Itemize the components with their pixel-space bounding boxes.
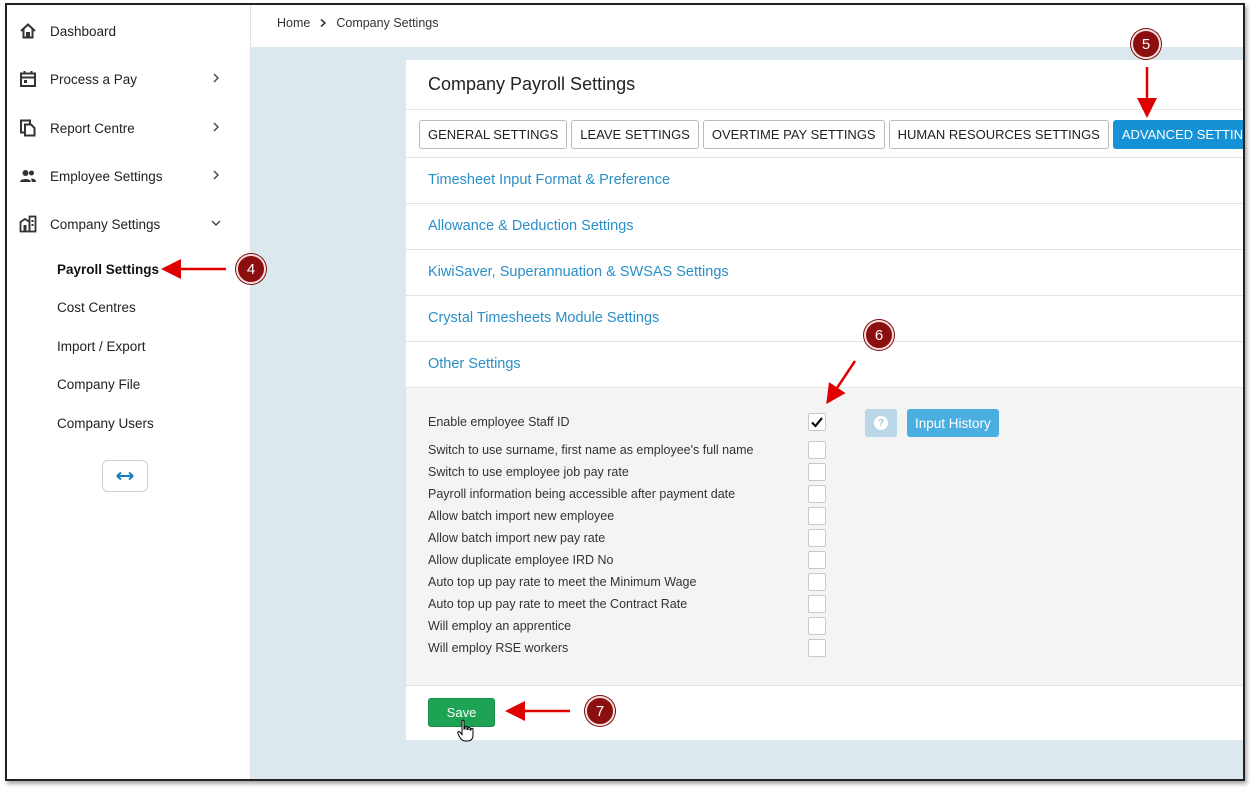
setting-row: Enable employee Staff ID	[428, 413, 828, 433]
chevron-right-icon	[320, 18, 327, 28]
setting-label: Will employ an apprentice	[428, 619, 572, 633]
setting-label: Will employ RSE workers	[428, 641, 569, 655]
setting-row: Auto top up pay rate to meet the Minimum…	[428, 573, 828, 593]
setting-row: Switch to use employee job pay rate	[428, 463, 828, 483]
setting-label: Auto top up pay rate to meet the Contrac…	[428, 597, 688, 611]
divider	[406, 109, 1243, 110]
sidebar-item-employee-settings[interactable]: Employee Settings	[7, 156, 251, 196]
app-window: Dashboard Process a Pay Report Centre Em…	[5, 3, 1245, 781]
sidebar-item-process-a-pay[interactable]: Process a Pay	[7, 59, 251, 99]
sidebar-subitem-company-file[interactable]: Company File	[57, 377, 140, 392]
setting-label: Allow batch import new pay rate	[428, 531, 606, 545]
setting-row: Will employ RSE workers	[428, 639, 828, 659]
sidebar-subitem-company-users[interactable]: Company Users	[57, 416, 154, 431]
help-button[interactable]: ?	[865, 409, 897, 437]
breadcrumb-bar: Home Company Settings	[251, 5, 1243, 47]
sidebar-item-label: Report Centre	[50, 120, 135, 136]
chevron-right-icon	[213, 73, 219, 83]
sidebar-item-label: Dashboard	[50, 23, 117, 39]
setting-row: Switch to use surname, first name as emp…	[428, 441, 828, 461]
section-title: KiwiSaver, Superannuation & SWSAS Settin…	[428, 264, 729, 280]
section-title: Crystal Timesheets Module Settings	[428, 310, 660, 326]
section-timesheet-input-format[interactable]: Timesheet Input Format & Preference	[406, 157, 1243, 203]
settings-panel: Company Payroll Settings GENERAL SETTING…	[406, 60, 1243, 740]
tab-general-settings[interactable]: GENERAL SETTINGS	[419, 120, 568, 149]
hand-cursor-icon	[457, 719, 474, 742]
setting-checkbox[interactable]	[808, 529, 826, 547]
home-icon	[20, 23, 36, 39]
sidebar: Dashboard Process a Pay Report Centre Em…	[7, 5, 251, 779]
building-icon	[19, 215, 37, 233]
setting-row: Will employ an apprentice	[428, 617, 828, 637]
tab-leave-settings[interactable]: LEAVE SETTINGS	[571, 120, 699, 149]
section-title: Other Settings	[428, 356, 521, 372]
sidebar-item-report-centre[interactable]: Report Centre	[7, 108, 251, 148]
setting-checkbox[interactable]	[808, 551, 826, 569]
setting-row: Payroll information being accessible aft…	[428, 485, 828, 505]
setting-row: Auto top up pay rate to meet the Contrac…	[428, 595, 828, 615]
section-kiwisaver[interactable]: KiwiSaver, Superannuation & SWSAS Settin…	[406, 249, 1243, 295]
divider	[406, 685, 1243, 686]
setting-checkbox[interactable]	[808, 639, 826, 657]
calendar-icon	[20, 71, 36, 87]
setting-label: Allow batch import new employee	[428, 509, 615, 523]
sidebar-subitem-import-export[interactable]: Import / Export	[57, 339, 146, 354]
step-badge-7: 7	[585, 696, 615, 726]
sidebar-collapse-button[interactable]	[102, 460, 148, 492]
step-badge-4: 4	[236, 254, 266, 284]
setting-checkbox[interactable]	[808, 507, 826, 525]
breadcrumb-current: Company Settings	[336, 16, 439, 30]
section-title: Allowance & Deduction Settings	[428, 218, 634, 234]
section-title: Timesheet Input Format & Preference	[428, 172, 671, 188]
sidebar-item-label: Employee Settings	[50, 168, 163, 184]
settings-tabs: GENERAL SETTINGS LEAVE SETTINGS OVERTIME…	[419, 120, 1243, 149]
sidebar-item-dashboard[interactable]: Dashboard	[7, 11, 251, 51]
section-other-settings[interactable]: Other Settings	[406, 341, 1243, 387]
tab-advanced-settings[interactable]: ADVANCED SETTINGS	[1112, 120, 1243, 149]
step-badge-5: 5	[1131, 29, 1161, 59]
sidebar-item-label: Process a Pay	[50, 71, 138, 87]
sidebar-subitem-payroll-settings[interactable]: Payroll Settings	[57, 262, 159, 277]
setting-row: Allow duplicate employee IRD No	[428, 551, 828, 571]
setting-label: Allow duplicate employee IRD No	[428, 553, 614, 567]
setting-row: Allow batch import new pay rate	[428, 529, 828, 549]
page-title: Company Payroll Settings	[428, 74, 636, 94]
setting-label: Switch to use surname, first name as emp…	[428, 443, 754, 457]
setting-label: Auto top up pay rate to meet the Minimum…	[428, 575, 697, 589]
double-arrow-icon	[116, 471, 134, 481]
sidebar-item-label: Company Settings	[50, 216, 161, 232]
setting-checkbox[interactable]	[808, 485, 826, 503]
setting-label: Enable employee Staff ID	[428, 415, 570, 429]
section-allowance-deduction[interactable]: Allowance & Deduction Settings	[406, 203, 1243, 249]
setting-checkbox[interactable]	[808, 463, 826, 481]
setting-label: Switch to use employee job pay rate	[428, 465, 629, 479]
setting-checkbox[interactable]	[808, 573, 826, 591]
chevron-down-icon	[211, 220, 221, 226]
input-history-button[interactable]: Input History	[907, 409, 999, 437]
question-circle-icon: ?	[874, 416, 888, 430]
setting-row: Allow batch import new employee	[428, 507, 828, 527]
step-badge-6: 6	[864, 320, 894, 350]
setting-label: Payroll information being accessible aft…	[428, 487, 736, 501]
main-content: Home Company Settings Company Payroll Se…	[251, 5, 1243, 779]
document-icon	[20, 119, 36, 137]
people-icon	[20, 170, 36, 182]
section-crystal-timesheets[interactable]: Crystal Timesheets Module Settings	[406, 295, 1243, 341]
chevron-right-icon	[213, 170, 219, 180]
setting-checkbox[interactable]	[808, 617, 826, 635]
setting-checkbox[interactable]	[808, 441, 826, 459]
sidebar-item-company-settings[interactable]: Company Settings	[7, 204, 251, 244]
chevron-right-icon	[213, 122, 219, 132]
breadcrumb: Home Company Settings	[277, 16, 438, 30]
setting-checkbox[interactable]	[808, 413, 826, 431]
setting-checkbox[interactable]	[808, 595, 826, 613]
sidebar-subitem-cost-centres[interactable]: Cost Centres	[57, 300, 136, 315]
breadcrumb-home[interactable]: Home	[277, 16, 310, 30]
tab-human-resources-settings[interactable]: HUMAN RESOURCES SETTINGS	[888, 120, 1109, 149]
checkmark-icon	[811, 417, 823, 428]
tab-overtime-pay-settings[interactable]: OVERTIME PAY SETTINGS	[702, 120, 885, 149]
